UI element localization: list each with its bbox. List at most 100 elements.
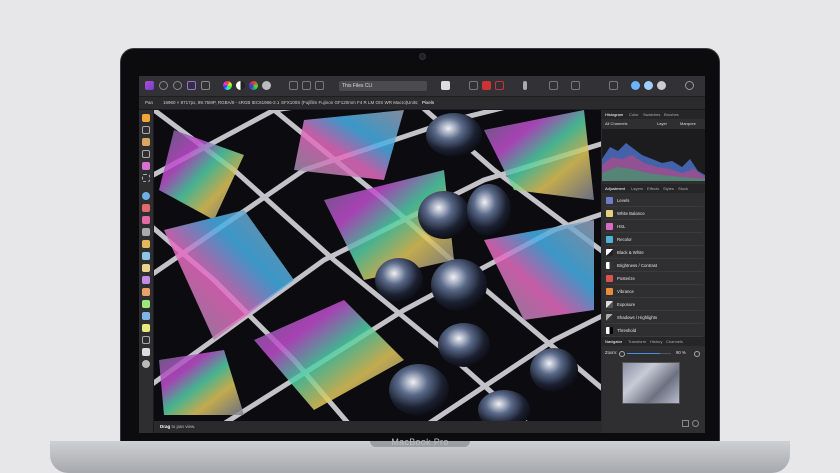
adjustment-item-posterize[interactable]: Posterize bbox=[605, 273, 703, 285]
quick-mask-icon[interactable] bbox=[302, 81, 311, 90]
threshold-icon bbox=[606, 327, 613, 334]
zoom-in-icon[interactable] bbox=[694, 351, 700, 357]
main-toolbar: This Files CLI bbox=[139, 76, 705, 97]
recolor-icon bbox=[606, 236, 613, 243]
patch-tool-icon[interactable] bbox=[142, 276, 150, 284]
adjustment-item-threshold[interactable]: Threshold bbox=[605, 325, 703, 337]
grid-icon[interactable] bbox=[469, 81, 478, 90]
camera-icon bbox=[419, 53, 426, 60]
context-toolbar: Pan 16960 × 8717px, 89.75MP, RGBA/8 - sR… bbox=[139, 97, 705, 110]
adjustment-item-shadows-highlights[interactable]: Shadows / Highlights bbox=[605, 312, 703, 324]
paint-mixer-tool-icon[interactable] bbox=[142, 216, 150, 224]
tab-styles[interactable]: Styles bbox=[663, 184, 674, 193]
mask-icon[interactable] bbox=[289, 81, 298, 90]
tab-navigator[interactable]: Navigator bbox=[605, 337, 622, 346]
assistant-icon[interactable] bbox=[631, 81, 640, 90]
color-picker-tool-icon[interactable] bbox=[142, 138, 150, 146]
adjustment-item-levels[interactable]: Levels bbox=[605, 195, 703, 207]
view-mode-icon[interactable] bbox=[571, 81, 580, 90]
marquee-option[interactable]: Marquee bbox=[680, 119, 696, 129]
adjustment-item-exposure[interactable]: Exposure bbox=[605, 299, 703, 311]
tab-stock[interactable]: Stock bbox=[678, 184, 688, 193]
view-tool-icon[interactable] bbox=[142, 114, 150, 122]
tab-histogram[interactable]: Histogram bbox=[605, 110, 623, 119]
color-wheel-icon[interactable] bbox=[223, 81, 232, 90]
units-label: Units: bbox=[407, 100, 419, 105]
device-brand-label: MacBook Pro bbox=[391, 437, 449, 447]
blur-tool-icon[interactable] bbox=[142, 252, 150, 260]
text-tool-icon[interactable] bbox=[142, 348, 150, 356]
zoom-out-icon[interactable] bbox=[619, 351, 625, 357]
tab-swatches[interactable]: Swatches bbox=[643, 110, 660, 119]
document-title-field[interactable]: This Files CLI bbox=[339, 81, 427, 91]
rectangle-tool-icon[interactable] bbox=[142, 336, 150, 344]
clone-tool-icon[interactable] bbox=[142, 240, 150, 248]
navigator-tabs: Navigator Transform History Channels bbox=[602, 337, 705, 346]
photo-persona-icon[interactable] bbox=[145, 81, 154, 90]
selection-brush-tool-icon[interactable] bbox=[142, 162, 150, 170]
levels-icon bbox=[606, 197, 613, 204]
move-tool-icon[interactable] bbox=[142, 126, 150, 134]
export-persona-icon[interactable] bbox=[201, 81, 210, 90]
preferences-icon[interactable] bbox=[644, 81, 653, 90]
brush-options-icon[interactable] bbox=[495, 81, 504, 90]
vibrance-icon bbox=[606, 288, 613, 295]
tab-layers[interactable]: Layers bbox=[631, 184, 643, 193]
tone-map-persona-icon[interactable] bbox=[187, 81, 196, 90]
zoom-slider[interactable] bbox=[627, 352, 671, 354]
adjustment-item-vibrance[interactable]: Vibrance bbox=[605, 286, 703, 298]
zoom-value[interactable]: 90 % bbox=[676, 347, 686, 359]
tab-channels[interactable]: Channels bbox=[666, 337, 683, 346]
zoom-label: Zoom: bbox=[605, 350, 618, 355]
arrange-icon[interactable] bbox=[549, 81, 558, 90]
flood-fill-tool-icon[interactable] bbox=[142, 192, 150, 200]
black-white-icon bbox=[606, 249, 613, 256]
navigator-thumbnail[interactable] bbox=[622, 362, 680, 404]
pen-tool-icon[interactable] bbox=[142, 312, 150, 320]
auto-levels-icon[interactable] bbox=[262, 81, 271, 90]
contrast-icon[interactable] bbox=[236, 81, 245, 90]
preview-mode-icon[interactable] bbox=[441, 81, 450, 90]
inpainting-tool-icon[interactable] bbox=[142, 288, 150, 296]
adjustment-item-hsl[interactable]: HSL bbox=[605, 221, 703, 233]
healing-tool-icon[interactable] bbox=[142, 264, 150, 272]
navigator-gear-icon[interactable] bbox=[692, 420, 699, 427]
snapping-icon[interactable] bbox=[482, 81, 491, 90]
tab-effects[interactable]: Effects bbox=[647, 184, 659, 193]
account-icon[interactable] bbox=[685, 81, 694, 90]
hsl-toolbar-icon[interactable] bbox=[249, 81, 258, 90]
red-eye-tool-icon[interactable] bbox=[142, 300, 150, 308]
tab-transform[interactable]: Transform bbox=[628, 337, 646, 346]
units-select[interactable]: Pixels bbox=[422, 97, 434, 109]
app-screen: This Files CLI Pan 16960 × 8717px, 89.75… bbox=[139, 76, 705, 433]
adjustment-item-black-white[interactable]: Black & White bbox=[605, 247, 703, 259]
adjustment-item-recolor[interactable]: Recolor bbox=[605, 234, 703, 246]
layer-option[interactable]: Layer bbox=[657, 119, 667, 129]
dodge-tool-icon[interactable] bbox=[142, 228, 150, 236]
channel-select[interactable]: All Channels bbox=[605, 119, 627, 129]
align-icon[interactable] bbox=[609, 81, 618, 90]
hsl-icon bbox=[606, 223, 613, 230]
zoom-tool-icon[interactable] bbox=[142, 360, 150, 368]
crop-tool-icon[interactable] bbox=[142, 150, 150, 158]
image-canvas[interactable] bbox=[154, 110, 601, 421]
selection-icon[interactable] bbox=[315, 81, 324, 90]
paint-brush-tool-icon[interactable] bbox=[142, 204, 150, 212]
adjustment-tabs: Adjustment Layers Effects Styles Stock bbox=[602, 184, 705, 193]
marquee-tool-icon[interactable] bbox=[142, 174, 150, 182]
tab-brushes[interactable]: Brushes bbox=[664, 110, 679, 119]
histogram-options: All Channels Layer Marquee bbox=[602, 119, 705, 129]
tab-history[interactable]: History bbox=[650, 337, 662, 346]
artwork-image bbox=[154, 110, 601, 421]
adjustment-item-white-balance[interactable]: White Balance bbox=[605, 208, 703, 220]
tab-color[interactable]: Color bbox=[629, 110, 639, 119]
node-tool-icon[interactable] bbox=[142, 324, 150, 332]
adjustment-item-brightness-contrast[interactable]: Brightness / Contrast bbox=[605, 260, 703, 272]
develop-persona-icon[interactable] bbox=[173, 81, 182, 90]
help-icon[interactable] bbox=[657, 81, 666, 90]
pen-icon[interactable] bbox=[523, 81, 527, 90]
liquify-persona-icon[interactable] bbox=[159, 81, 168, 90]
tab-adjustment[interactable]: Adjustment bbox=[605, 184, 625, 193]
camera-info-label: SFX100S (Fujifilm Fujinon GF120mm F4 R L… bbox=[281, 100, 408, 105]
navigator-settings-icon[interactable] bbox=[682, 420, 689, 427]
